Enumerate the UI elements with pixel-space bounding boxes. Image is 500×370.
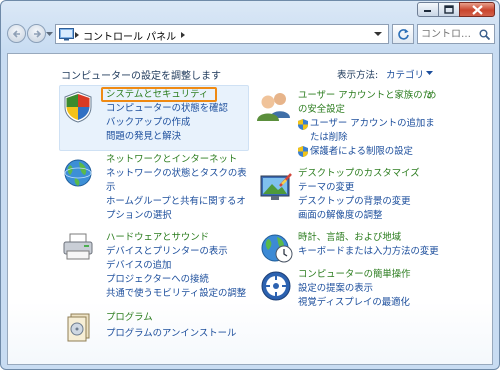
history-dropdown-icon[interactable] [46, 32, 53, 37]
search-input[interactable] [421, 26, 477, 42]
search-box[interactable] [417, 24, 495, 44]
uninstall-program-link[interactable]: プログラムのアンインストール [106, 327, 236, 340]
minimize-button[interactable] [417, 2, 439, 17]
close-button[interactable] [459, 2, 495, 17]
view-by-label: 表示方法: [337, 70, 379, 81]
title-bar [1, 1, 499, 21]
control-panel-icon [59, 28, 74, 41]
navigation-bar: コントロール パネル [1, 21, 499, 49]
breadcrumb-separator-icon [75, 32, 79, 38]
refresh-button[interactable] [392, 24, 414, 44]
uac-shield-icon [298, 119, 308, 130]
uac-shield-icon [298, 146, 308, 157]
screen-resolution-link[interactable]: 画面の解像度の調整 [298, 209, 382, 222]
arrow-right-icon [33, 29, 41, 38]
desktop-personalize-icon [260, 173, 292, 200]
breadcrumb-chevron-icon[interactable] [181, 32, 185, 38]
homegroup-sharing-link-wrap[interactable]: プションの選択 [106, 209, 172, 222]
devices-printers-link[interactable]: デバイスとプリンターの表示 [106, 245, 228, 258]
minimize-icon [424, 9, 431, 12]
network-status-link-wrap[interactable]: 示 [106, 181, 115, 194]
programs-icon [67, 313, 90, 342]
back-button[interactable] [7, 24, 26, 43]
user-accounts-title-wrap2[interactable]: の安全設定 [298, 103, 345, 116]
clock-globe-icon [261, 234, 293, 263]
keyboard-input-link[interactable]: キーボードまたは入力方法の変更 [298, 245, 439, 258]
find-fix-problems-link[interactable]: 問題の発見と解決 [106, 130, 181, 143]
network-status-link[interactable]: ネットワークの状態とタスクの表 [106, 167, 247, 180]
desktop-background-link[interactable]: デスクトップの背景の変更 [298, 195, 411, 208]
arrow-left-icon [12, 29, 20, 38]
parental-controls-link[interactable]: 保護者による制限の設定 [310, 145, 413, 158]
network-internet-title[interactable]: ネットワークとインターネット [106, 153, 237, 166]
address-bar[interactable]: コントロール パネル [55, 24, 389, 44]
close-icon [471, 4, 483, 15]
view-by-dropdown[interactable]: カテゴリ [386, 67, 424, 81]
clock-region-title[interactable]: 時計、言語、および地域 [298, 231, 401, 244]
add-remove-user-link-wrap[interactable]: たは削除 [310, 131, 348, 144]
breadcrumb-control-panel[interactable]: コントロール パネル [83, 28, 176, 43]
ease-of-access-title[interactable]: コンピューターの簡単操作 [298, 268, 411, 281]
homegroup-sharing-link[interactable]: ホームグループと共有に関するオ [106, 195, 246, 208]
create-backup-link[interactable]: バックアップの作成 [106, 116, 190, 129]
view-by-chevron-icon[interactable] [426, 71, 433, 76]
maximize-button[interactable] [438, 2, 460, 17]
network-globe-icon [64, 159, 92, 187]
optimize-display-link[interactable]: 視覚ディスプレイの最適化 [298, 296, 410, 309]
address-dropdown-icon[interactable] [374, 32, 382, 37]
user-accounts-title[interactable]: ユーザー アカウントと家族のた [298, 89, 432, 102]
appearance-title[interactable]: デスクトップのカスタマイズ [298, 167, 420, 180]
ease-of-access-icon [261, 271, 291, 301]
connect-projector-link[interactable]: プロジェクターへの接続 [106, 273, 209, 286]
maximize-icon [444, 5, 454, 14]
shield-icon [64, 91, 92, 123]
suggested-settings-link[interactable]: 設定の提案の表示 [298, 282, 373, 295]
refresh-icon [398, 29, 409, 40]
add-remove-user-link[interactable]: ユーザー アカウントの追加ま [310, 117, 435, 130]
users-icon [257, 93, 290, 121]
printer-icon [63, 233, 93, 260]
page-title: コンピューターの設定を調整します [61, 71, 221, 82]
user-accounts-title-wrap[interactable]: め [427, 89, 436, 102]
search-icon[interactable] [479, 29, 490, 40]
content-pane: コンピューターの設定を調整します 表示方法: カテゴリ システムとセキュリティ … [7, 53, 493, 365]
change-theme-link[interactable]: テーマの変更 [298, 181, 354, 194]
programs-title[interactable]: プログラム [106, 311, 153, 324]
add-device-link[interactable]: デバイスの追加 [106, 259, 171, 272]
forward-button[interactable] [27, 24, 46, 43]
system-security-title[interactable]: システムとセキュリティ [106, 88, 208, 101]
control-panel-window: コントロール パネル コンピューターの設定を調整します 表示方法: カテゴリ [0, 0, 500, 370]
check-computer-status-link[interactable]: コンピューターの状態を確認 [106, 102, 228, 115]
mobility-settings-link[interactable]: 共通で使うモビリティ設定の調整 [106, 287, 246, 300]
hardware-sound-title[interactable]: ハードウェアとサウンド [106, 231, 209, 244]
